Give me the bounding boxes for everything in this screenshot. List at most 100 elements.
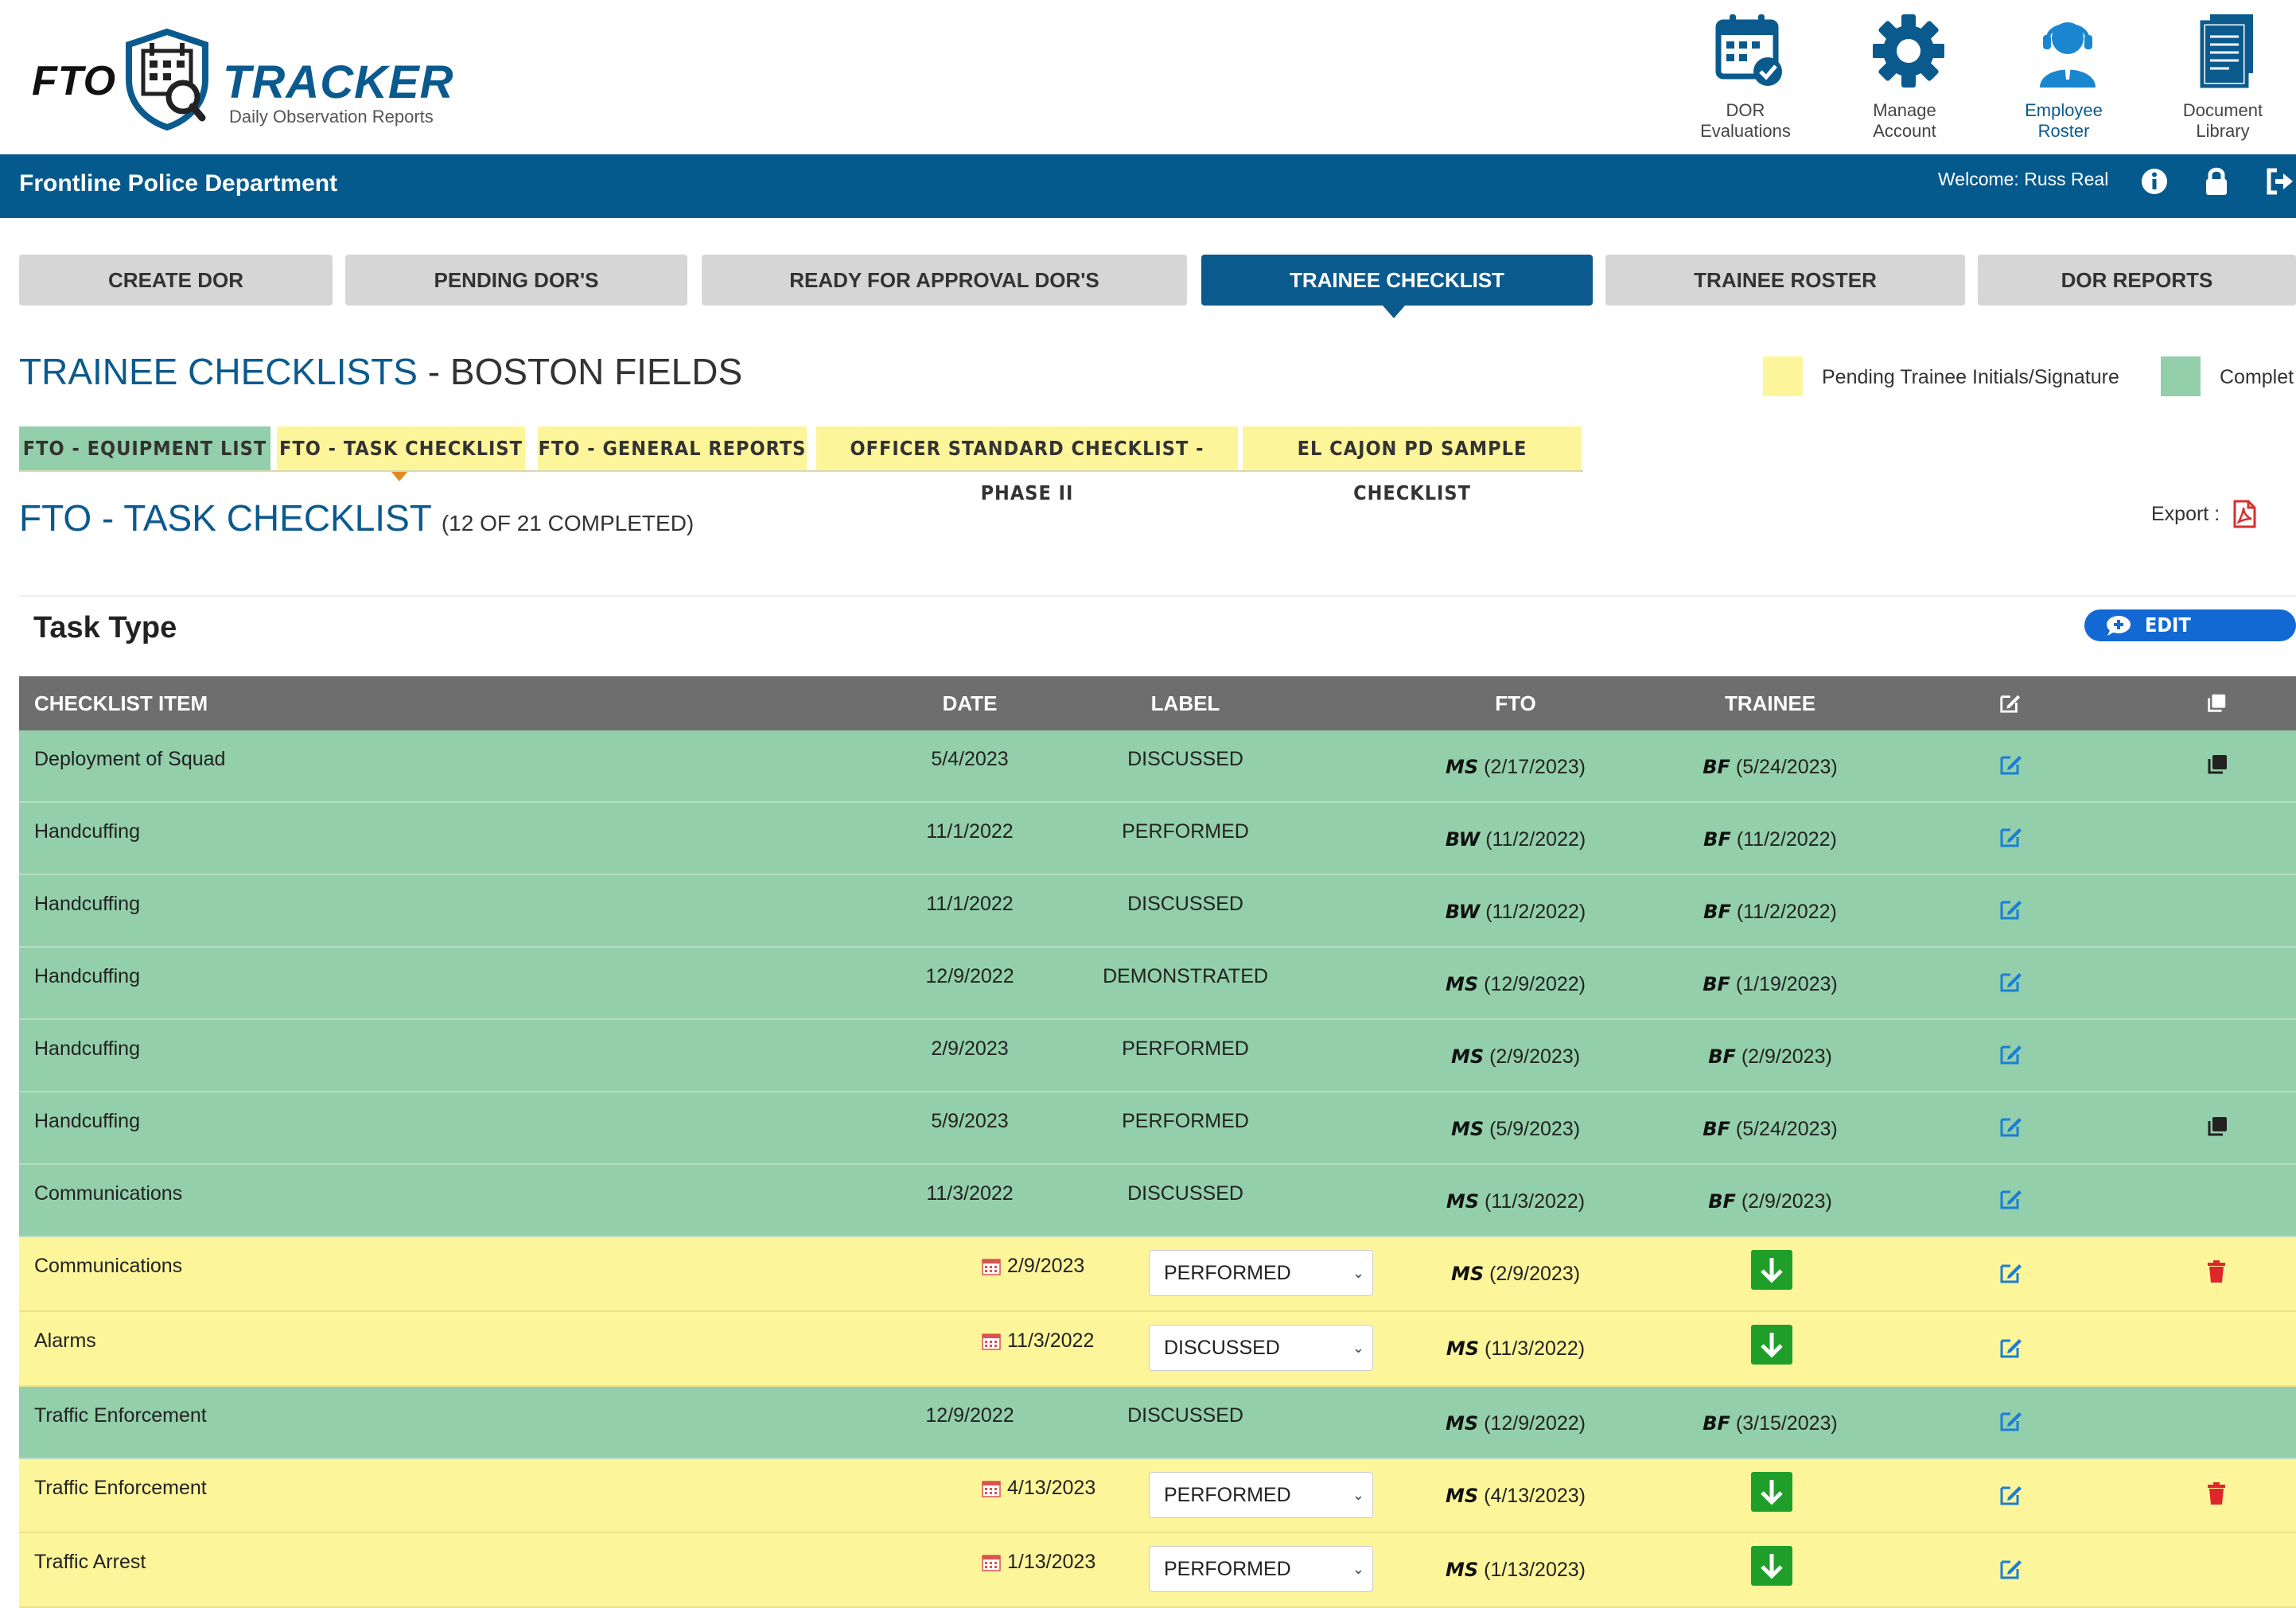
checklist-date: 5/4/2023 xyxy=(931,748,1009,770)
checklist-item-name: Handcuffing xyxy=(34,820,140,843)
fto-signoff-date: (11/3/2022) xyxy=(1485,1190,1586,1213)
calendar-icon[interactable] xyxy=(982,1258,1001,1275)
trainee-signoff: BF (3/15/2023) xyxy=(1651,1412,1889,1435)
subtab-general-reports[interactable]: FTO - GENERAL REPORTS xyxy=(538,426,807,471)
fto-initials: MS xyxy=(1446,1190,1480,1213)
subtab-officer-standard[interactable]: OFFICER STANDARD CHECKLIST - PHASE II xyxy=(816,426,1238,504)
copy-icon[interactable] xyxy=(2205,1115,2229,1139)
nav-manage-account-label: Manage Account xyxy=(1873,100,1936,141)
calendar-icon[interactable] xyxy=(982,1554,1001,1571)
checklist-date: 12/9/2022 xyxy=(925,965,1014,987)
checklist-item-name: Alarms xyxy=(34,1330,96,1352)
edit-icon[interactable] xyxy=(1998,1187,2022,1211)
subtab-underline xyxy=(19,470,1583,472)
trainee-sign-button[interactable] xyxy=(1751,1250,1792,1290)
section-title-text: FTO - TASK CHECKLIST xyxy=(19,497,432,539)
label-select[interactable]: DISCUSSED ⌄ xyxy=(1149,1325,1373,1371)
edit-icon[interactable] xyxy=(1998,1115,2022,1139)
trainee-signoff-date: (5/24/2023) xyxy=(1735,1118,1838,1140)
active-subtab-pointer xyxy=(391,472,407,481)
edit-icon[interactable] xyxy=(1998,1336,2022,1360)
checklist-item-name: Handcuffing xyxy=(34,893,140,915)
logout-icon[interactable] xyxy=(2264,165,2296,197)
label-select[interactable]: PERFORMED ⌄ xyxy=(1149,1250,1373,1296)
lock-icon[interactable] xyxy=(2201,165,2232,197)
edit-icon[interactable] xyxy=(1998,970,2022,994)
calendar-icon[interactable] xyxy=(982,1333,1001,1350)
edit-icon[interactable] xyxy=(1998,753,2022,777)
checklist-date[interactable]: 2/9/2023 xyxy=(1007,1255,1084,1278)
fto-initials: MS xyxy=(1446,1485,1479,1507)
checklist-date[interactable]: 11/3/2022 xyxy=(1007,1330,1094,1353)
table-row: Traffic Enforcement 4/13/2023 PERFORMED ⌄ MS… xyxy=(19,1459,2296,1533)
trainee-signoff: BF (11/2/2022) xyxy=(1651,828,1889,851)
checklist-date[interactable]: 1/13/2023 xyxy=(1007,1551,1095,1574)
label-select[interactable]: PERFORMED ⌄ xyxy=(1149,1546,1373,1592)
tab-trainee-checklist[interactable]: TRAINEE CHECKLIST xyxy=(1201,255,1593,306)
trainee-signoff: BF (2/9/2023) xyxy=(1651,1190,1889,1213)
checklist-label: DISCUSSED xyxy=(1127,1182,1243,1205)
page-title-sep: - xyxy=(418,351,450,392)
copy-icon[interactable] xyxy=(2205,753,2229,777)
support-agent-icon xyxy=(2040,22,2096,88)
checklist-date[interactable]: 4/13/2023 xyxy=(1007,1477,1095,1500)
checklist-label: PERFORMED xyxy=(1122,1110,1249,1132)
fto-signoff-date: (12/9/2022) xyxy=(1484,1412,1586,1435)
label-select[interactable]: PERFORMED ⌄ xyxy=(1149,1472,1373,1518)
trainee-sign-button[interactable] xyxy=(1751,1325,1792,1365)
pdf-icon[interactable] xyxy=(2232,500,2256,528)
fto-signoff: MS (12/9/2022) xyxy=(1396,973,1635,996)
info-icon[interactable] xyxy=(2138,165,2170,197)
edit-icon[interactable] xyxy=(1998,1261,2022,1285)
trash-icon[interactable] xyxy=(2205,1260,2228,1283)
edit-icon[interactable] xyxy=(1998,1042,2022,1066)
fto-signoff-date: (2/17/2023) xyxy=(1484,756,1586,778)
legend-label-complete: Complet xyxy=(2220,366,2294,388)
app-logo[interactable]: FTO TRACKER Daily Observation Reports xyxy=(32,27,453,130)
copy-column-icon xyxy=(2208,694,2226,712)
edit-icon[interactable] xyxy=(1998,1409,2022,1433)
calendar-icon[interactable] xyxy=(982,1480,1001,1497)
edit-icon[interactable] xyxy=(1998,1483,2022,1507)
label-select-value: PERFORMED xyxy=(1164,1558,1291,1580)
checklist-label: DISCUSSED xyxy=(1127,893,1243,915)
trainee-sign-button[interactable] xyxy=(1751,1546,1792,1586)
nav-dor-evaluations[interactable]: DOR Evaluations xyxy=(1682,11,1809,146)
edit-icon[interactable] xyxy=(1998,825,2022,849)
nav-employee-roster[interactable]: Employee Roster xyxy=(2000,11,2127,146)
tab-ready-for-approval[interactable]: READY FOR APPROVAL DOR'S xyxy=(702,255,1187,306)
trainee-signoff: BF (5/24/2023) xyxy=(1651,756,1889,779)
fto-signoff: MS (2/17/2023) xyxy=(1396,756,1635,779)
tab-pending-dors[interactable]: PENDING DOR'S xyxy=(345,255,687,306)
subtab-el-cajon[interactable]: EL CAJON PD SAMPLE CHECKLIST xyxy=(1243,426,1582,504)
calendar-check-icon xyxy=(1715,14,1782,86)
export-label: Export : xyxy=(2151,503,2220,525)
checklist-item-name: Handcuffing xyxy=(34,965,140,987)
checklist-date: 12/9/2022 xyxy=(925,1404,1014,1427)
fto-signoff: BW (11/2/2022) xyxy=(1396,901,1635,924)
nav-dor-evaluations-label: DOR Evaluations xyxy=(1700,100,1791,141)
edit-icon[interactable] xyxy=(1998,1557,2022,1581)
tab-dor-reports[interactable]: DOR REPORTS xyxy=(1978,255,2296,306)
fto-signoff-date: (4/13/2023) xyxy=(1484,1485,1586,1507)
fto-signoff-date: (2/9/2023) xyxy=(1489,1045,1581,1068)
fto-signoff: MS (12/9/2022) xyxy=(1396,1412,1635,1435)
nav-manage-account[interactable]: Manage Account xyxy=(1841,11,1968,146)
subtab-equipment-list[interactable]: FTO - EQUIPMENT LIST xyxy=(19,426,270,471)
edit-icon[interactable] xyxy=(1998,897,2022,921)
tab-trainee-roster[interactable]: TRAINEE ROSTER xyxy=(1605,255,1965,306)
fto-initials: MS xyxy=(1446,1337,1480,1360)
trainee-sign-button[interactable] xyxy=(1751,1472,1792,1512)
page-title-main: TRAINEE CHECKLISTS xyxy=(19,351,418,392)
subtab-task-checklist[interactable]: FTO - TASK CHECKLIST xyxy=(277,426,525,471)
edit-comment-button[interactable]: EDIT COMMENT xyxy=(2084,609,2296,668)
table-row: Traffic Enforcement 12/9/2022 DISCUSSED MS … xyxy=(19,1387,2296,1459)
logo-subtitle: Daily Observation Reports xyxy=(229,107,434,127)
table-row: Handcuffing 5/9/2023 PERFORMED MS (5/9/2023… xyxy=(19,1092,2296,1165)
tab-create-dor[interactable]: CREATE DOR xyxy=(19,255,333,306)
fto-signoff: MS (4/13/2023) xyxy=(1396,1485,1635,1508)
fto-initials: MS xyxy=(1450,1118,1485,1140)
nav-document-library[interactable]: Document Library xyxy=(2159,11,2286,146)
table-row: Communications 11/3/2022 DISCUSSED MS (11/3… xyxy=(19,1165,2296,1237)
trash-icon[interactable] xyxy=(2205,1481,2228,1505)
